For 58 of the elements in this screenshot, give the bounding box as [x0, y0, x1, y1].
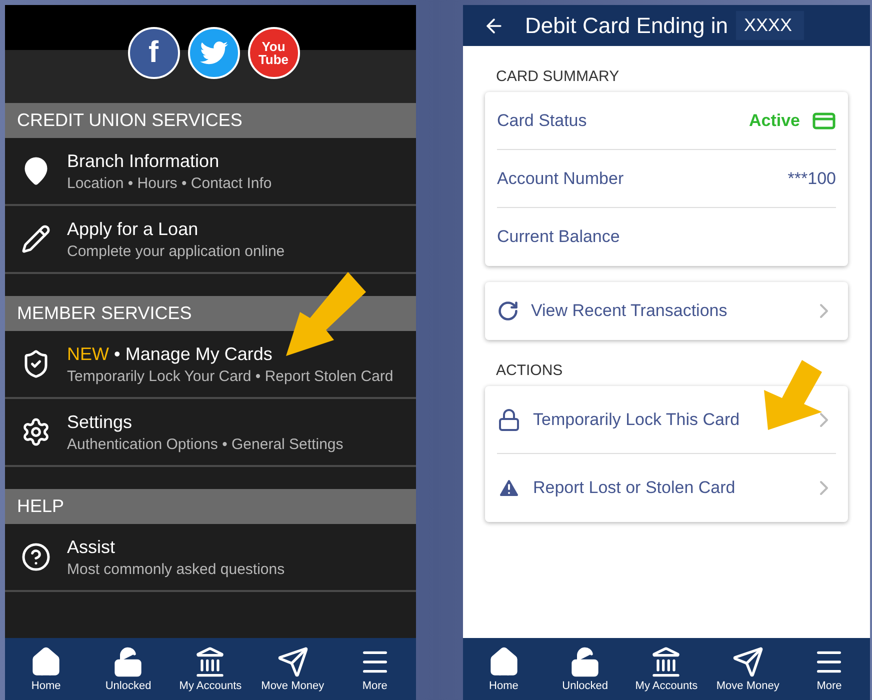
help-icon: [21, 542, 51, 572]
nav-tab[interactable]: My Accounts: [172, 646, 248, 692]
row-label: Card Status: [497, 110, 588, 130]
unlock-icon: [569, 646, 602, 678]
section-label: ACTIONS: [496, 362, 564, 379]
menu-item[interactable]: Assist Most commonly asked questions: [5, 524, 416, 592]
nav-tab[interactable]: More: [336, 646, 413, 692]
pencil-icon: [21, 224, 51, 254]
section-header: HELP: [5, 489, 416, 524]
bank-icon: [194, 646, 226, 678]
row-label: View Recent Transactions: [531, 301, 728, 321]
menu-item-subtitle: Temporarily Lock Your Card • Report Stolen Card: [67, 368, 394, 384]
send-icon: [276, 646, 309, 678]
nav-tab[interactable]: More: [791, 646, 868, 692]
menu-item-title: Branch Information: [67, 150, 220, 172]
section-header: CREDIT UNION SERVICES: [5, 103, 416, 138]
menu-item[interactable]: Settings Authentication Options • General Settings: [5, 399, 416, 467]
section-label: CARD SUMMARY: [496, 68, 620, 85]
action-label: Temporarily Lock This Card: [533, 410, 741, 430]
home-icon: [30, 646, 62, 678]
row-label: Current Balance: [497, 227, 621, 247]
youtube-logo[interactable]: You Tube: [248, 27, 300, 79]
menu-item-title: NEW • Manage My Cards: [67, 344, 274, 364]
nav-tab[interactable]: Unlocked: [90, 646, 166, 692]
row-value: ***100: [788, 168, 836, 188]
nav-tab[interactable]: Move Money: [254, 646, 331, 692]
nav-tab[interactable]: Unlocked: [547, 646, 624, 692]
bird-logo-icon[interactable]: [188, 27, 240, 79]
padlock-icon: [497, 408, 521, 432]
facebook-logo[interactable]: f: [128, 27, 180, 79]
action-row[interactable]: Report Lost or Stolen Card: [497, 454, 836, 522]
menu-item[interactable]: Branch Information Location • Hours • Contact Info: [5, 138, 416, 206]
send-icon: [732, 646, 764, 678]
nav-tab[interactable]: My Accounts: [628, 646, 704, 692]
nav-tab[interactable]: Move Money: [710, 646, 786, 692]
row-label: Account Number: [497, 168, 625, 188]
menu-item-subtitle: Authentication Options • General Settings: [67, 436, 344, 452]
menu-item[interactable]: Apply for a Loan Complete your application online: [5, 206, 416, 274]
bank-icon: [650, 646, 682, 678]
nav-tab[interactable]: Home: [466, 646, 542, 692]
menu-item-subtitle: Most commonly asked questions: [67, 560, 285, 578]
gear-icon: [21, 417, 51, 447]
section-header: MEMBER SERVICES: [5, 296, 416, 331]
action-label: Report Lost or Stolen Card: [533, 478, 736, 498]
screen-title: Debit Card Ending in: [525, 12, 728, 38]
menu-item-subtitle: Location • Hours • Contact Info: [67, 174, 272, 192]
nav-tab[interactable]: Home: [8, 646, 84, 692]
menu-item-title: Assist: [67, 536, 116, 558]
menu-item-subtitle: Complete your application online: [67, 242, 285, 260]
recent-transactions-card[interactable]: View Recent Transactions: [485, 282, 848, 340]
menu-item-title: Apply for a Loan: [67, 218, 200, 240]
pointer-arrow-icon: [762, 360, 824, 432]
refresh-clock-icon: [497, 300, 519, 322]
unlock-icon: [112, 646, 144, 678]
home-icon: [488, 646, 520, 678]
status-value: Active: [748, 110, 800, 130]
menu-item-title: Settings: [67, 412, 134, 432]
card-number-mask: XXXX: [736, 11, 804, 40]
